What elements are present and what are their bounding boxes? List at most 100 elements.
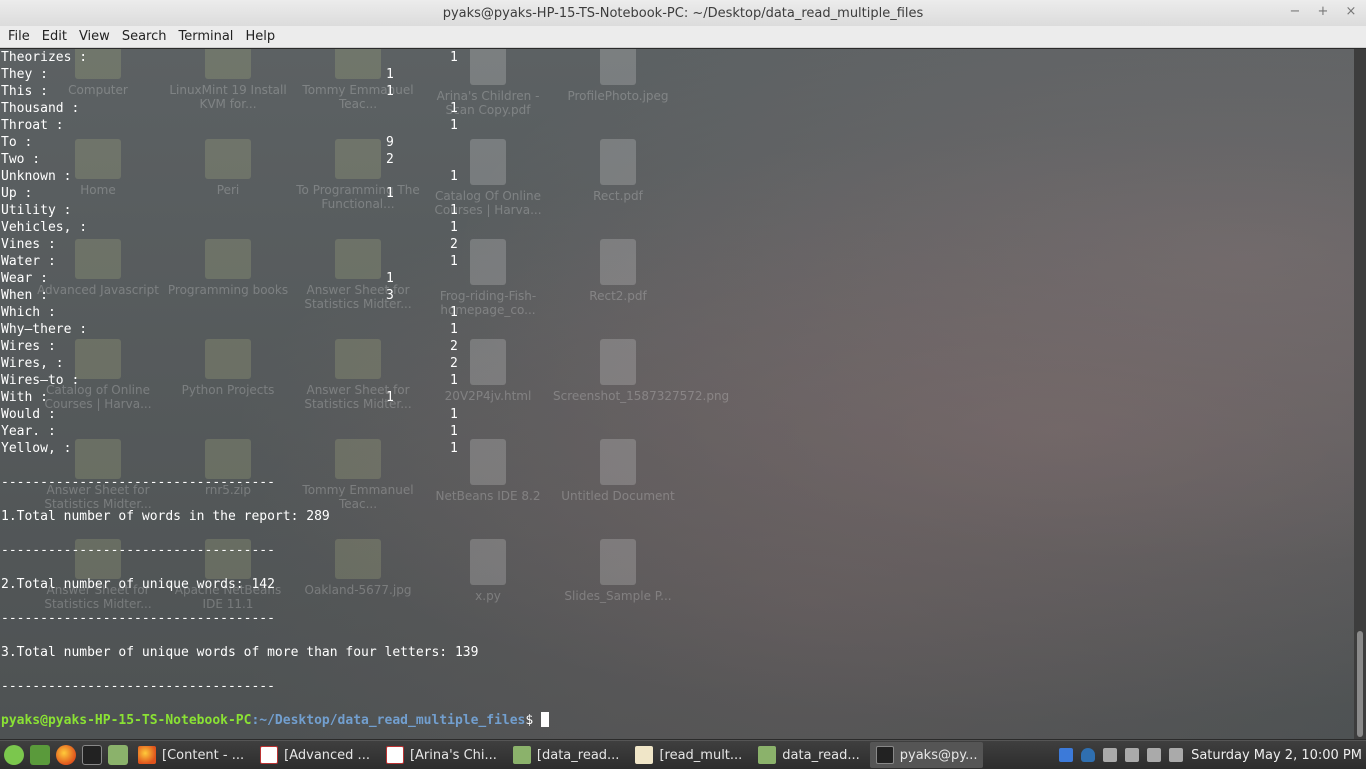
word-count: 2 — [450, 356, 458, 371]
prompt-symbol: $ — [525, 713, 542, 728]
menu-file[interactable]: File — [2, 26, 36, 48]
wifi-icon[interactable] — [1125, 748, 1140, 762]
word-label: Vines : — [1, 237, 56, 252]
word-label: Wear : — [1, 271, 48, 286]
word-count: 9 — [386, 135, 394, 150]
taskbar-task[interactable]: data_read... — [752, 742, 865, 768]
word-count: 1 — [450, 322, 458, 337]
summary-line-unique-long-words: 3.Total number of unique words of more t… — [1, 645, 479, 660]
desktop-icon-image — [600, 339, 636, 385]
pdf-icon — [385, 746, 404, 764]
separator-line: ----------------------------------- — [1, 543, 275, 558]
word-label: With : — [1, 390, 48, 405]
window-controls: − + × — [1288, 4, 1358, 19]
taskbar-task[interactable]: [Arina's Chi... — [380, 742, 503, 768]
desktop-icon: ProfilePhoto.jpeg — [553, 49, 683, 103]
word-count: 1 — [450, 169, 458, 184]
taskbar-task[interactable]: [read_mult... — [629, 742, 748, 768]
bluetooth-icon[interactable] — [1059, 748, 1074, 762]
desktop-icon-image — [600, 49, 636, 85]
word-count-row: Vines : 2 — [1, 236, 549, 253]
taskbar-task[interactable]: pyaks@py... — [869, 742, 984, 768]
volume-icon[interactable] — [1147, 748, 1162, 762]
files-launcher-icon[interactable] — [108, 745, 128, 765]
shield-icon[interactable] — [1081, 748, 1096, 762]
terminal-cursor — [541, 712, 550, 727]
taskbar-task-label: [read_mult... — [659, 747, 743, 763]
word-label: Up : — [1, 186, 33, 201]
menu-search[interactable]: Search — [116, 26, 173, 48]
maximize-button[interactable]: + — [1316, 4, 1330, 19]
taskbar-task[interactable]: [data_read... — [507, 742, 626, 768]
terminal-scrollbar[interactable] — [1354, 49, 1366, 739]
word-count-row: When : 3 — [1, 287, 549, 304]
desktop-icon: Rect2.pdf — [553, 239, 683, 303]
menu-view[interactable]: View — [73, 26, 116, 48]
scrollbar-thumb[interactable] — [1357, 631, 1363, 737]
taskbar-task[interactable]: [Advanced ... — [254, 742, 376, 768]
window-title: pyaks@pyaks-HP-15-TS-Notebook-PC: ~/Desk… — [442, 5, 924, 21]
terminal-icon — [875, 746, 894, 764]
battery-icon[interactable] — [1169, 748, 1184, 762]
desktop-icon-label: Untitled Document — [561, 489, 675, 503]
word-count: 1 — [450, 305, 458, 320]
desktop-icon: Slides_Sample P... — [553, 539, 683, 603]
folder-icon — [512, 746, 531, 764]
word-label: Yellow, : — [1, 441, 72, 456]
word-label: Which : — [1, 305, 56, 320]
prompt-line: pyaks@pyaks-HP-15-TS-Notebook-PC:~/Deskt… — [1, 712, 550, 729]
separator-line: ----------------------------------- — [1, 475, 275, 490]
desktop-icon-image — [600, 539, 636, 585]
word-count-row: Utility : 1 — [1, 202, 549, 219]
desktop-icon-label: Slides_Sample P... — [564, 589, 672, 603]
word-count-row: Up : 1 — [1, 185, 549, 202]
word-count: 1 — [450, 203, 458, 218]
firefox-launcher-icon[interactable] — [56, 745, 76, 765]
desktop-icon: Untitled Document — [553, 439, 683, 503]
mint-menu-icon[interactable] — [4, 745, 24, 765]
menu-edit[interactable]: Edit — [36, 26, 73, 48]
menu-terminal[interactable]: Terminal — [172, 26, 239, 48]
terminal-area[interactable]: Computer LinuxMint 19 Install KVM for... T… — [0, 49, 1354, 739]
separator-line: ----------------------------------- — [1, 611, 275, 626]
word-count-row: Yellow, : 1 — [1, 440, 549, 457]
word-label: Throat : — [1, 118, 64, 133]
word-label: Vehicles, : — [1, 220, 88, 235]
word-count: 1 — [386, 390, 394, 405]
system-tray: Saturday May 2, 10:00 PM — [1059, 748, 1366, 763]
desktop-icon-label: Screenshot_1587327572.png — [553, 389, 730, 403]
word-count: 1 — [450, 50, 458, 65]
text-editor-icon — [635, 746, 654, 764]
terminal-launcher-icon[interactable] — [82, 745, 102, 765]
word-count-row: Wires : 2 — [1, 338, 549, 355]
word-count-row: Water : 1 — [1, 253, 549, 270]
word-count: 1 — [450, 220, 458, 235]
clock[interactable]: Saturday May 2, 10:00 PM — [1191, 748, 1362, 763]
firefox-icon — [138, 746, 156, 764]
taskbar-task-label: [Content - ... — [162, 747, 245, 763]
desktop-icon-label: Rect2.pdf — [589, 289, 647, 303]
word-count: 1 — [450, 441, 458, 456]
close-button[interactable]: × — [1344, 4, 1358, 19]
show-desktop-icon[interactable] — [30, 745, 50, 765]
user-icon[interactable] — [1103, 748, 1118, 762]
word-count: 2 — [450, 237, 458, 252]
taskbar-task[interactable]: [Content - ... — [132, 742, 250, 768]
word-count-row: Wear : 1 — [1, 270, 549, 287]
menu-help[interactable]: Help — [239, 26, 281, 48]
terminal-output: Theorizes :1 They :1 This :1 Thousand :1 Thr… — [1, 49, 550, 729]
word-count-row: With : 1 — [1, 389, 549, 406]
word-count: 2 — [450, 339, 458, 354]
word-count-row: They : 1 — [1, 66, 549, 83]
word-count-row: Wires—to : 1 — [1, 372, 549, 389]
word-label: They : — [1, 67, 48, 82]
desktop-icon-image — [600, 239, 636, 285]
desktop-icon-image — [600, 439, 636, 485]
window-titlebar[interactable]: pyaks@pyaks-HP-15-TS-Notebook-PC: ~/Desk… — [0, 0, 1366, 27]
minimize-button[interactable]: − — [1288, 4, 1302, 19]
taskbar: [Content - ... [Advanced ... [Arina's Chi.… — [0, 740, 1366, 769]
